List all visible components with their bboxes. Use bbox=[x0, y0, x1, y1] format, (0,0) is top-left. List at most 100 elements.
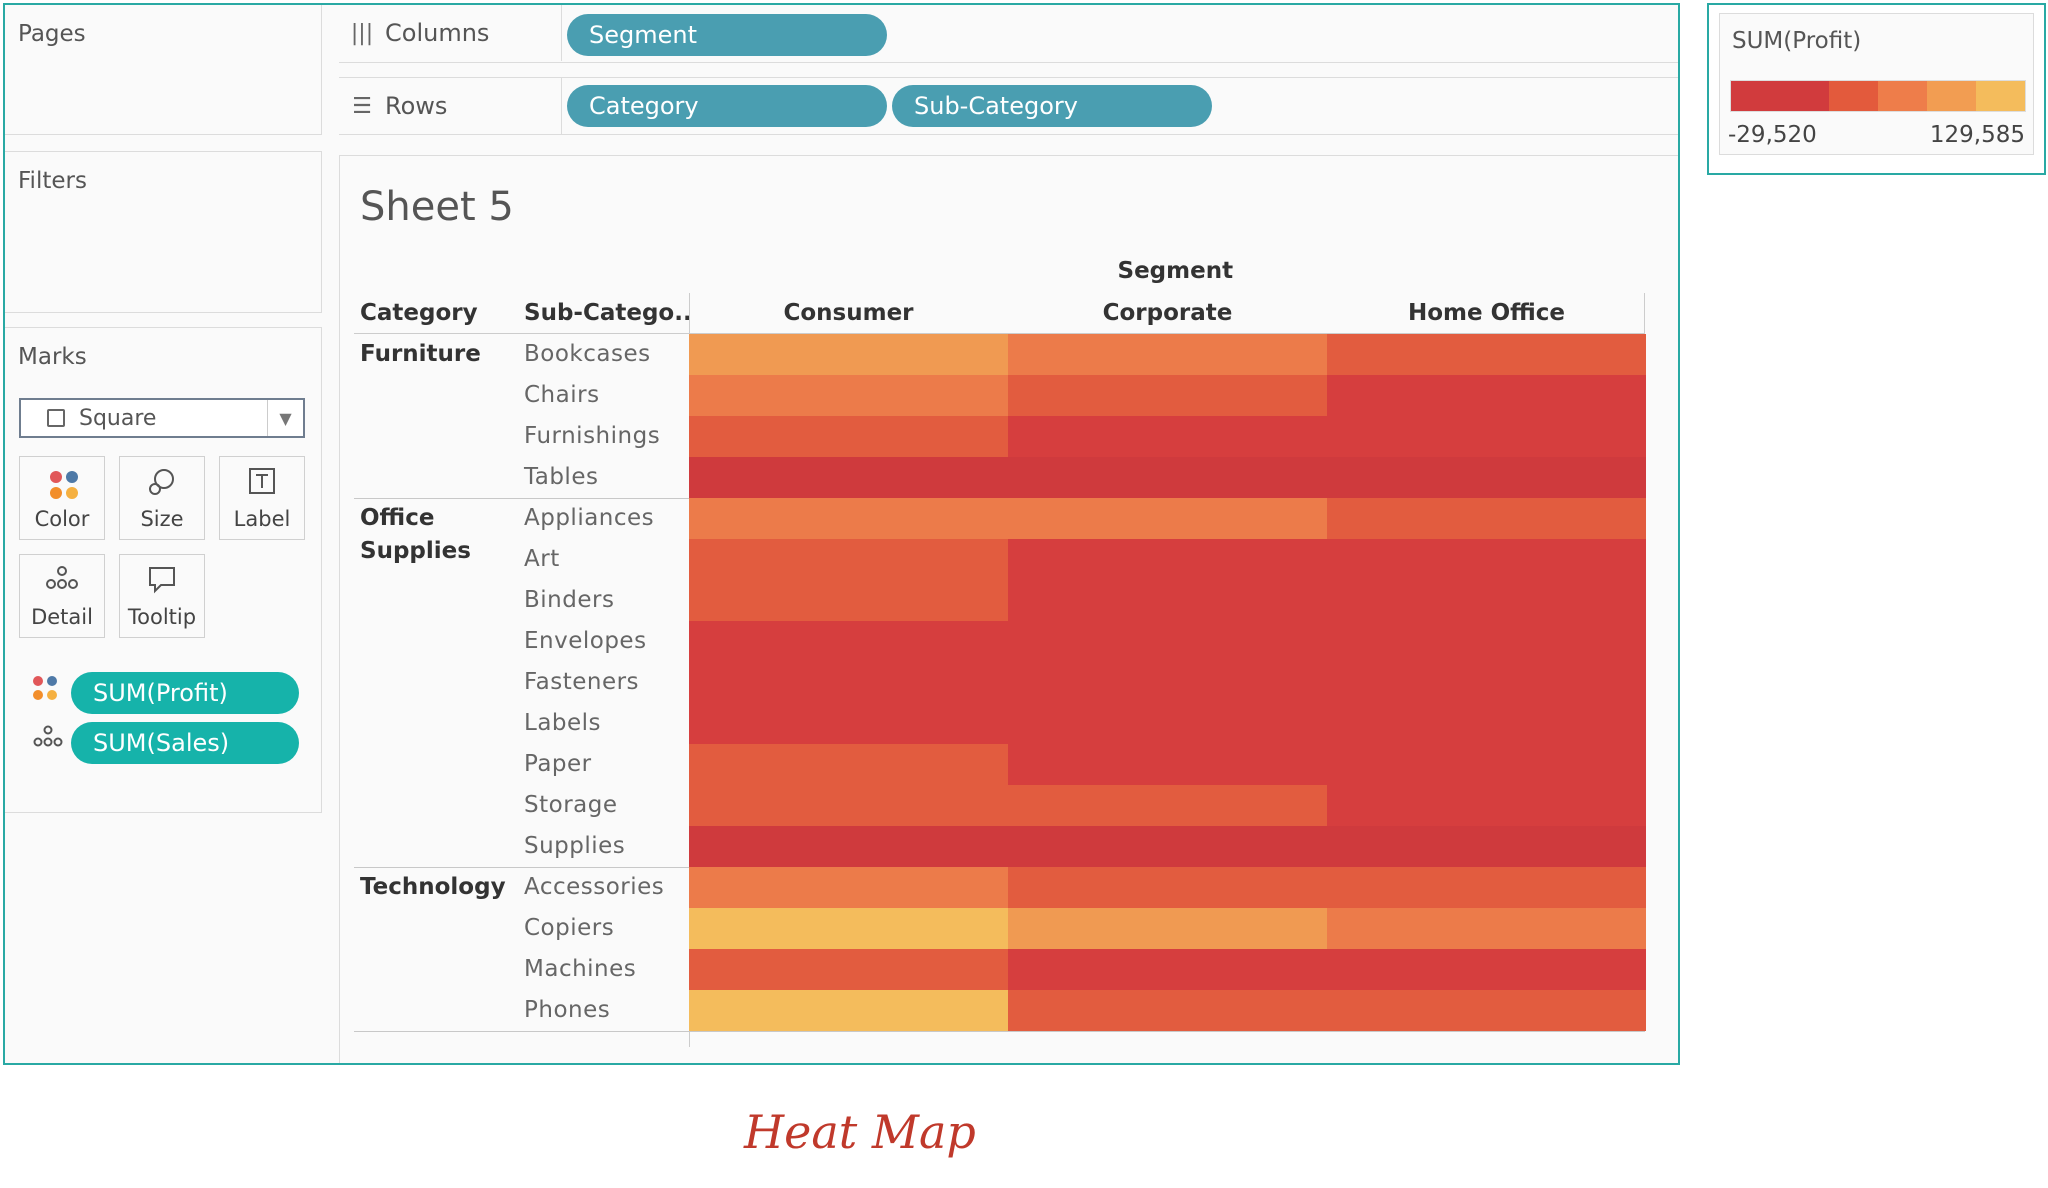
category-pill[interactable]: Category bbox=[567, 85, 887, 127]
heatmap-cell bbox=[1327, 498, 1646, 539]
column-header: Consumer bbox=[783, 300, 914, 326]
filters-card-title: Filters bbox=[18, 168, 87, 194]
color-button[interactable]: Color bbox=[19, 456, 105, 540]
heatmap-cell bbox=[1008, 662, 1327, 703]
legend-swatch bbox=[1829, 81, 1878, 111]
legend-swatch bbox=[1878, 81, 1927, 111]
heatmap-cell bbox=[1008, 744, 1327, 785]
sub-category-label: Labels bbox=[524, 710, 602, 736]
sub-category-label: Binders bbox=[524, 587, 615, 613]
legend-min-value: -29,520 bbox=[1728, 122, 1817, 148]
columns-icon: ||| bbox=[350, 20, 374, 46]
sub-category-label: Phones bbox=[524, 997, 611, 1023]
tooltip-button[interactable]: Tooltip bbox=[119, 554, 205, 638]
sub-category-label: Paper bbox=[524, 751, 592, 777]
columns-shelf-label: ||| Columns bbox=[339, 5, 562, 61]
rows-shelf-label: ☰ Rows bbox=[339, 78, 562, 134]
heatmap-cell bbox=[1327, 744, 1646, 785]
heatmap-cell bbox=[689, 703, 1008, 744]
heatmap-cell bbox=[1327, 826, 1646, 867]
detail-icon bbox=[20, 565, 104, 598]
color-legend[interactable]: SUM(Profit) -29,520 129,585 bbox=[1707, 3, 2046, 175]
detail-button-label: Detail bbox=[31, 605, 93, 629]
sub-category-label: Chairs bbox=[524, 382, 600, 408]
chevron-down-icon[interactable]: ▼ bbox=[267, 400, 303, 436]
sub-category-label: Art bbox=[524, 546, 560, 572]
label-button-label: Label bbox=[233, 507, 291, 531]
mark-type-value: Square bbox=[79, 405, 157, 431]
heatmap-cell bbox=[1008, 867, 1327, 908]
rows-icon: ☰ bbox=[352, 93, 372, 119]
header-divider bbox=[1644, 293, 1645, 333]
heatmap-cell bbox=[1327, 457, 1646, 498]
heatmap-cell bbox=[1008, 785, 1327, 826]
heatmap-cell bbox=[1008, 539, 1327, 580]
legend-swatch bbox=[1780, 81, 1829, 111]
heatmap-cell bbox=[1327, 662, 1646, 703]
heatmap-cell bbox=[1008, 457, 1327, 498]
sub-category-label: Envelopes bbox=[524, 628, 647, 654]
color-legend-card: SUM(Profit) -29,520 129,585 bbox=[1719, 13, 2034, 155]
heatmap-cell bbox=[689, 580, 1008, 621]
tableau-window: Pages Filters Marks Square ▼ Color Size bbox=[3, 3, 1680, 1065]
heatmap-cell bbox=[689, 908, 1008, 949]
columns-shelf[interactable]: ||| Columns Segment bbox=[339, 5, 1678, 63]
heatmap-cell bbox=[1327, 416, 1646, 457]
sub-category-label: Furnishings bbox=[524, 423, 661, 449]
marks-card-title: Marks bbox=[18, 344, 87, 370]
heatmap-cell bbox=[689, 621, 1008, 662]
tooltip-icon bbox=[120, 565, 204, 602]
worksheet-view: Sheet 5 Segment Category Sub-Catego.. Consu… bbox=[339, 155, 1678, 1063]
color-icon bbox=[48, 469, 80, 499]
category-header: Category bbox=[360, 300, 478, 326]
segment-pill[interactable]: Segment bbox=[567, 14, 887, 56]
filters-card[interactable]: Filters bbox=[5, 151, 322, 313]
heatmap-cell bbox=[1327, 539, 1646, 580]
heatmap-cell bbox=[1327, 580, 1646, 621]
size-button-label: Size bbox=[140, 507, 184, 531]
sum-profit-pill[interactable]: SUM(Profit) bbox=[71, 672, 299, 714]
columns-label-text: Columns bbox=[385, 19, 490, 47]
heatmap-cell bbox=[689, 457, 1008, 498]
category-label: Office Supplies bbox=[360, 505, 471, 564]
category-separator bbox=[354, 1031, 1645, 1032]
heatmap-cell bbox=[1327, 621, 1646, 662]
rows-shelf[interactable]: ☰ Rows Category Sub-Category bbox=[339, 77, 1678, 135]
sub-category-pill[interactable]: Sub-Category bbox=[892, 85, 1212, 127]
legend-title: SUM(Profit) bbox=[1732, 28, 1862, 54]
heatmap-cell bbox=[689, 334, 1008, 375]
heatmap-cell bbox=[1008, 334, 1327, 375]
detail-encoding-icon bbox=[33, 724, 63, 752]
heatmap-cell bbox=[1008, 498, 1327, 539]
category-label: Technology bbox=[360, 874, 506, 900]
heatmap-cell bbox=[1327, 703, 1646, 744]
marks-card: Marks Square ▼ Color Size Label Detail T… bbox=[5, 327, 322, 813]
sub-category-label: Appliances bbox=[524, 505, 655, 531]
size-button[interactable]: Size bbox=[119, 456, 205, 540]
legend-max-value: 129,585 bbox=[1929, 122, 2025, 148]
sheet-title: Sheet 5 bbox=[360, 184, 514, 230]
legend-swatch bbox=[1927, 81, 1976, 111]
sum-sales-pill[interactable]: SUM(Sales) bbox=[71, 722, 299, 764]
pages-card-title: Pages bbox=[18, 21, 86, 47]
square-icon bbox=[47, 409, 65, 427]
mark-type-dropdown[interactable]: Square ▼ bbox=[19, 398, 305, 438]
heatmap-cell bbox=[689, 498, 1008, 539]
sub-category-label: Bookcases bbox=[524, 341, 651, 367]
pages-card[interactable]: Pages bbox=[5, 5, 322, 135]
heatmap-cell bbox=[1327, 908, 1646, 949]
heatmap-cell bbox=[689, 826, 1008, 867]
column-header: Corporate bbox=[1102, 300, 1233, 326]
heatmap-cell bbox=[689, 416, 1008, 457]
column-header: Home Office bbox=[1407, 300, 1566, 326]
text-label-icon bbox=[220, 467, 304, 502]
heatmap-cell bbox=[1008, 375, 1327, 416]
heatmap-cell bbox=[1008, 826, 1327, 867]
heatmap-cell bbox=[1327, 785, 1646, 826]
heatmap-cell bbox=[689, 990, 1008, 1031]
detail-button[interactable]: Detail bbox=[19, 554, 105, 638]
sub-category-label: Machines bbox=[524, 956, 637, 982]
heatmap-cell bbox=[1008, 621, 1327, 662]
heatmap-cell bbox=[1008, 908, 1327, 949]
label-button[interactable]: Label bbox=[219, 456, 305, 540]
